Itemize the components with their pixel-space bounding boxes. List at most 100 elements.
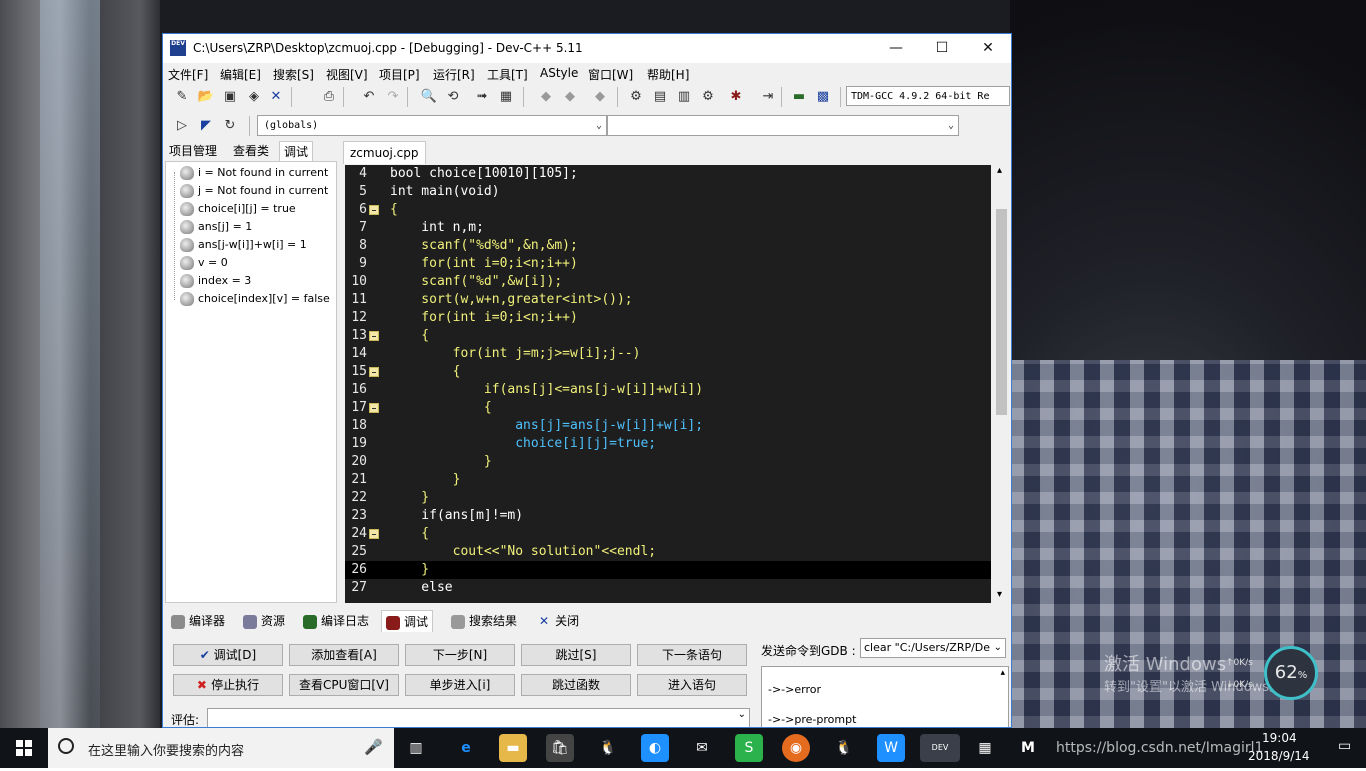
app-window-icon[interactable]: ▦ xyxy=(971,734,999,762)
fold-collapse-icon[interactable] xyxy=(369,403,379,413)
member-select[interactable]: ⌄ xyxy=(607,115,959,136)
compile-run-icon[interactable]: ▥ xyxy=(675,88,693,106)
redo-icon[interactable]: ↷ xyxy=(384,88,402,106)
stop-execution-button[interactable]: ✖ 停止执行 xyxy=(173,674,283,696)
wps-writer-icon[interactable]: W xyxy=(877,734,905,762)
watch-item[interactable]: . ans[j] = 1 xyxy=(180,220,252,234)
open-file-icon[interactable]: 📂 xyxy=(197,88,215,106)
watch-item[interactable]: . choice[index][v] = false xyxy=(180,292,330,306)
goto-line-icon[interactable]: ➟ xyxy=(473,88,491,106)
close-file-icon[interactable]: ✕ xyxy=(267,88,285,106)
app-m-icon[interactable]: M xyxy=(1014,734,1042,762)
menu-window[interactable]: 窗口[W] xyxy=(588,66,633,83)
save-all-icon[interactable]: ◈ xyxy=(245,88,263,106)
notification-icon[interactable]: ▭ xyxy=(1338,738,1351,754)
tab-debug[interactable]: 调试 xyxy=(279,141,314,162)
new-file-icon[interactable]: ✎ xyxy=(173,88,191,106)
view-cpu-window-button[interactable]: 查看CPU窗口[V] xyxy=(289,674,399,696)
tab-classes[interactable]: 查看类 xyxy=(229,141,273,161)
menu-astyle[interactable]: AStyle xyxy=(540,66,578,80)
add-watch-button[interactable]: 添加查看[A] xyxy=(289,644,399,666)
debug-button[interactable]: ✔ 调试[D] xyxy=(173,644,283,666)
bookmark-icon[interactable]: ◤ xyxy=(197,117,215,135)
save-icon[interactable]: ▣ xyxy=(221,88,239,106)
fold-collapse-icon[interactable] xyxy=(369,205,379,215)
evaluate-input[interactable]: ⌄ xyxy=(207,708,750,727)
goto-icon[interactable]: ▦ xyxy=(497,88,515,106)
rebuild-icon[interactable]: ⚙ xyxy=(699,88,717,106)
tab-compile-log[interactable]: 编译日志 xyxy=(299,610,373,632)
undo-icon[interactable]: ↶ xyxy=(360,88,378,106)
menu-project[interactable]: 项目[P] xyxy=(379,66,420,83)
task-view-icon[interactable]: ▥ xyxy=(402,734,430,762)
close-button[interactable]: ✕ xyxy=(965,34,1011,63)
tab-zcmuoj-cpp[interactable]: zcmuoj.cpp xyxy=(343,141,426,164)
maximize-button[interactable]: ☐ xyxy=(919,34,965,63)
qq-icon[interactable]: 🐧 xyxy=(594,734,622,762)
project-options-icon[interactable]: ◆ xyxy=(591,88,609,106)
scrollbar-thumb[interactable] xyxy=(996,209,1007,415)
watch-item[interactable]: . index = 3 xyxy=(180,274,251,288)
fold-collapse-icon[interactable] xyxy=(369,331,379,341)
skip-button[interactable]: 跳过[S] xyxy=(521,644,631,666)
gdb-output[interactable]: ->->error ->->pre-prompt ▴ xyxy=(761,666,1009,727)
skip-function-button[interactable]: 跳过函数 xyxy=(521,674,631,696)
watch-item[interactable]: . ans[j-w[i]]+w[i] = 1 xyxy=(180,238,307,252)
tab-resources[interactable]: 资源 xyxy=(239,610,289,632)
chevron-up-icon[interactable]: ▴ xyxy=(997,165,1002,176)
title-bar[interactable]: DEV C:\Users\ZRP\Desktop\zcmuoj.cpp - [D… xyxy=(163,34,1011,63)
chevron-down-icon[interactable]: ▾ xyxy=(997,589,1002,600)
tab-compiler[interactable]: 编译器 xyxy=(167,610,229,632)
menu-run[interactable]: 运行[R] xyxy=(433,66,475,83)
menu-help[interactable]: 帮助[H] xyxy=(647,66,689,83)
gdb-command-input[interactable]: clear "C:/Users/ZRP/De ⌄ xyxy=(860,638,1006,658)
menu-view[interactable]: 视图[V] xyxy=(326,66,368,83)
fold-collapse-icon[interactable] xyxy=(369,367,379,377)
toggle-icon[interactable]: ↻ xyxy=(221,117,239,135)
edge-icon[interactable]: e xyxy=(452,734,480,762)
profile-icon[interactable]: ⇥ xyxy=(759,88,777,106)
start-button[interactable] xyxy=(0,728,48,768)
code-editor[interactable]: 4 bool choice[10010][105]; 5 int main(void… xyxy=(345,165,991,603)
step-into-button[interactable]: 单步进入[i] xyxy=(405,674,515,696)
tab-close[interactable]: ✕ 关闭 xyxy=(535,610,583,632)
devcpp-taskbar-icon[interactable]: DEV xyxy=(920,734,960,762)
menu-edit[interactable]: 编辑[E] xyxy=(220,66,261,83)
tab-project[interactable]: 项目管理 xyxy=(165,141,221,161)
store-icon[interactable]: 🛍 xyxy=(546,734,574,762)
next-statement-button[interactable]: 下一条语句 xyxy=(637,644,747,666)
replace-icon[interactable]: ⟲ xyxy=(444,88,462,106)
clock-time[interactable]: 19:04 xyxy=(1262,731,1297,745)
project-new-icon[interactable]: ◆ xyxy=(537,88,555,106)
microphone-icon[interactable]: 🎤 xyxy=(364,738,383,756)
class-scope-select[interactable]: (globals) ⌄ xyxy=(257,115,607,136)
menu-tools[interactable]: 工具[T] xyxy=(487,66,528,83)
delete-profile-icon[interactable]: ▩ xyxy=(814,88,832,106)
watch-item[interactable]: . j = Not found in current xyxy=(180,184,328,198)
run-icon[interactable]: ▤ xyxy=(651,88,669,106)
file-explorer-icon[interactable]: ▬ xyxy=(499,734,527,762)
browser-icon[interactable]: ◐ xyxy=(641,734,669,762)
into-statement-button[interactable]: 进入语句 xyxy=(637,674,747,696)
next-step-button[interactable]: 下一步[N] xyxy=(405,644,515,666)
find-icon[interactable]: 🔍 xyxy=(420,88,438,106)
print-icon[interactable]: ⎙ xyxy=(320,88,338,106)
clock-date[interactable]: 2018/9/14 xyxy=(1248,749,1310,763)
firefox-icon[interactable]: ◉ xyxy=(782,734,810,762)
fold-collapse-icon[interactable] xyxy=(369,529,379,539)
editor-vertical-scrollbar[interactable]: ▴ ▾ xyxy=(993,165,1010,603)
mail-icon[interactable]: ✉ xyxy=(688,734,716,762)
tab-debug-output[interactable]: 调试 xyxy=(381,610,434,633)
compile-icon[interactable]: ⚙ xyxy=(627,88,645,106)
wps-sheets-icon[interactable]: S xyxy=(735,734,763,762)
minimize-button[interactable]: — xyxy=(873,34,919,63)
watch-item[interactable]: . choice[i][j] = true xyxy=(180,202,296,216)
menu-file[interactable]: 文件[F] xyxy=(168,66,208,83)
project-add-icon[interactable]: ◆ xyxy=(561,88,579,106)
tab-search-results[interactable]: 搜索结果 xyxy=(447,610,521,632)
chart-icon[interactable]: ▬ xyxy=(790,88,808,106)
memory-usage-widget[interactable]: 62% xyxy=(1264,646,1318,700)
debug-icon[interactable]: ✱ xyxy=(727,88,745,106)
insert-icon[interactable]: ▷ xyxy=(173,117,191,135)
chevron-up-icon[interactable]: ▴ xyxy=(1000,668,1005,678)
